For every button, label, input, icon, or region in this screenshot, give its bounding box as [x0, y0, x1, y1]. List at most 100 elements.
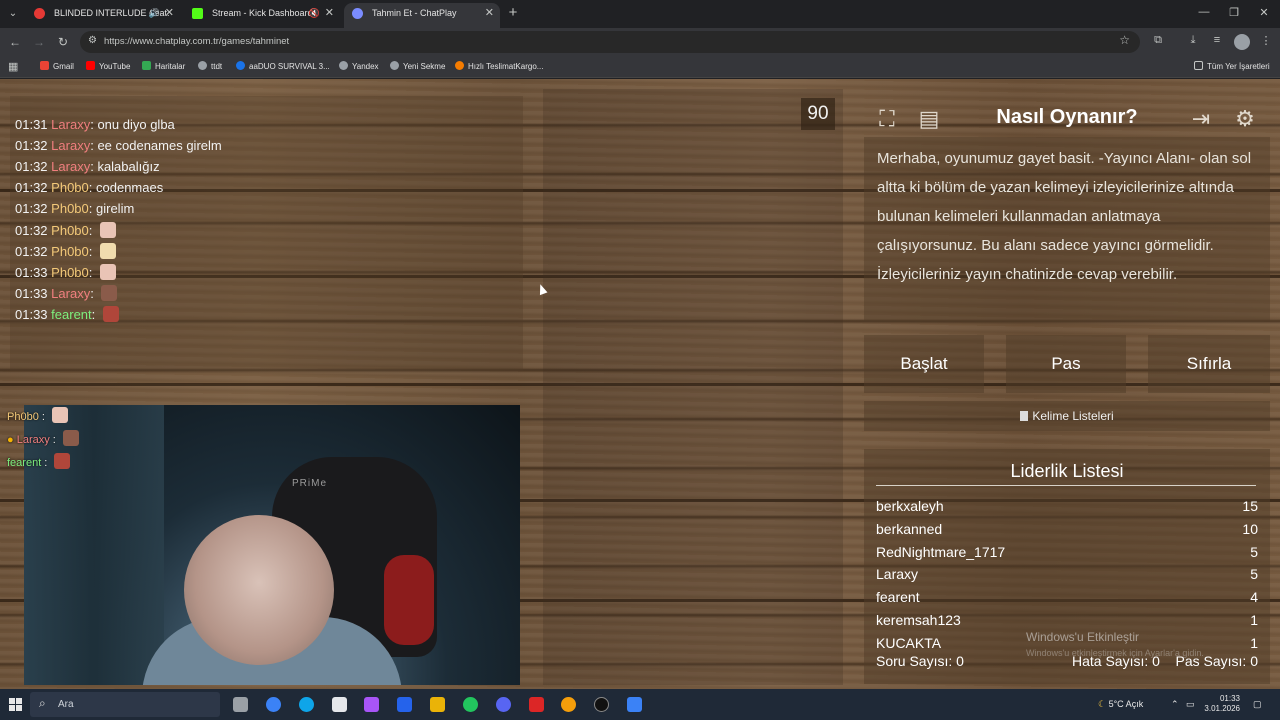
bookmark-ttdt[interactable]: ttdt — [198, 56, 222, 78]
all-bookmarks[interactable]: Tüm Yer İşaretleri — [1194, 56, 1270, 78]
leaderboard-row: berkanned 10 — [876, 518, 1258, 540]
word-lists-button[interactable]: Kelime Listeleri — [864, 401, 1270, 431]
player-score: 4 — [1250, 589, 1258, 606]
url-text[interactable]: https://www.chatplay.com.tr/games/tahmin… — [104, 31, 289, 53]
close-tab-icon[interactable]: ✕ — [485, 3, 494, 24]
bookmark-maps[interactable]: Haritalar — [142, 56, 185, 78]
tab-music[interactable]: BLINDED INTERLUDE (feat. 🔊 ✕ — [26, 3, 180, 28]
gmail-icon — [40, 61, 49, 70]
weather-widget[interactable]: ☾ 5°C Açık — [1098, 689, 1143, 720]
site-info-icon[interactable]: ⚙ — [88, 35, 100, 47]
close-tab-icon[interactable]: ✕ — [325, 3, 334, 24]
chat-text: onu diyo glba — [97, 117, 175, 132]
divider — [876, 485, 1256, 486]
search-placeholder: Ara — [58, 699, 74, 710]
close-window-icon[interactable]: ✕ — [1256, 6, 1272, 19]
more-menu-icon[interactable]: ⋮ — [1258, 34, 1274, 47]
taskbar-clock[interactable]: 01:33 3.01.2026 — [1200, 694, 1240, 714]
settings-gear-icon[interactable]: ⚙ — [1228, 102, 1262, 136]
restore-icon[interactable]: ❐ — [1226, 6, 1242, 19]
obs-icon[interactable] — [594, 697, 609, 712]
minimize-icon[interactable]: — — [1196, 6, 1212, 18]
how-to-play-text: Merhaba, oyunumuz gayet basit. -Yayıncı … — [877, 150, 1252, 283]
extensions-icon[interactable]: ⧉ — [1150, 34, 1166, 47]
bookmark-gmail[interactable]: Gmail — [40, 56, 74, 78]
chat-time: 01:33 — [15, 306, 48, 322]
tab-chatplay[interactable]: Tahmin Et - ChatPlay ✕ — [344, 3, 500, 28]
fullscreen-icon[interactable]: ⛶ — [870, 102, 904, 136]
weather-text: 5°C Açık — [1108, 699, 1144, 709]
new-tab-button[interactable]: + — [504, 4, 522, 21]
bookmark-duo-survival[interactable]: aaDUO SURVIVAL 3... — [236, 56, 330, 78]
windows-start-icon[interactable] — [9, 698, 22, 711]
leaderboard-row: berkxaleyh 15 — [876, 495, 1258, 517]
reload-icon[interactable]: ↻ — [54, 33, 72, 51]
all-bookmarks-label: Tüm Yer İşaretleri — [1207, 62, 1270, 71]
tray-chevron-icon[interactable]: ⌃ — [1171, 689, 1179, 720]
chrome-icon[interactable] — [463, 697, 478, 712]
bookmark-kargo[interactable]: Hızlı TeslimatKargo... — [455, 56, 543, 78]
edge-icon[interactable] — [299, 697, 314, 712]
tab-kick-dashboard[interactable]: Stream - Kick Dashboard 🔇 ✕ — [184, 3, 340, 28]
speaker-icon[interactable]: 🔊 — [149, 3, 160, 24]
app-icon[interactable] — [627, 697, 642, 712]
bookmark-youtube[interactable]: YouTube — [86, 56, 130, 78]
bookmark-new-tab[interactable]: Yeni Sekme — [390, 56, 445, 78]
mail-icon[interactable] — [397, 697, 412, 712]
apps-grid-icon[interactable]: ▦ — [8, 61, 20, 73]
network-icon[interactable]: ▭ — [1186, 689, 1195, 720]
chat-username[interactable]: Ph0b0 — [51, 180, 89, 195]
profile-avatar[interactable] — [1234, 34, 1250, 50]
streamer-face — [184, 515, 334, 665]
chair-brand: PRiMe — [292, 478, 328, 489]
chat-separator: : — [88, 222, 96, 238]
muted-speaker-icon[interactable]: 🔇 — [309, 3, 320, 24]
chat-username[interactable]: Laraxy — [51, 159, 90, 174]
chat-username[interactable]: fearent — [51, 307, 91, 322]
chat-username[interactable]: Laraxy — [51, 138, 90, 153]
clock-date: 3.01.2026 — [1204, 704, 1240, 713]
task-view-icon[interactable] — [233, 697, 248, 712]
pass-button[interactable]: Pas — [1006, 335, 1126, 393]
download-icon[interactable]: ⤓ — [1185, 34, 1201, 47]
chat-username[interactable]: Laraxy — [51, 286, 90, 301]
chat-username[interactable]: Ph0b0 — [51, 223, 89, 238]
emote-icon — [100, 263, 116, 280]
kick-favicon-icon — [192, 8, 203, 19]
logout-icon[interactable]: ⇥ — [1184, 102, 1218, 136]
leaderboard-row: Laraxy 5 — [876, 563, 1258, 585]
chat-username[interactable]: Ph0b0 — [51, 265, 89, 280]
notification-icon[interactable]: ▢ — [1253, 689, 1262, 720]
center-area — [543, 89, 843, 685]
chat-username[interactable]: Laraxy — [51, 117, 90, 132]
chat-message: 01:32 Ph0b0: — [15, 221, 116, 240]
forward-icon[interactable]: → — [30, 33, 48, 51]
copilot-icon[interactable] — [266, 697, 281, 712]
emote-icon — [102, 305, 119, 322]
app-icon[interactable] — [529, 697, 544, 712]
close-tab-icon[interactable]: ✕ — [165, 3, 174, 24]
chrome-icon[interactable] — [561, 697, 576, 712]
discord-icon[interactable] — [496, 697, 511, 712]
bookmark-star-icon[interactable]: ☆ — [1119, 33, 1130, 47]
chat-text: girelim — [96, 201, 135, 217]
chat-time: 01:32 — [15, 138, 48, 154]
chat-username[interactable]: Ph0b0 — [51, 244, 89, 259]
taskbar-search[interactable]: ⌕ Ara — [30, 692, 220, 717]
back-icon[interactable]: ← — [6, 33, 24, 51]
bookmark-label: Yeni Sekme — [403, 62, 446, 71]
file-explorer-icon[interactable] — [430, 697, 445, 712]
chat-username[interactable]: Ph0b0 — [51, 201, 89, 216]
start-button[interactable]: Başlat — [864, 335, 984, 393]
address-bar[interactable]: ⚙ https://www.chatplay.com.tr/games/tahm… — [80, 31, 1140, 53]
chat-separator: : — [88, 243, 96, 259]
chat-text: codenmaes — [96, 180, 164, 196]
bookmark-yandex[interactable]: Yandex — [339, 56, 379, 78]
activate-windows-subtitle: Windows'u etkinleştirmek için Ayarlar'a … — [1026, 648, 1204, 658]
reset-button[interactable]: Sıfırla — [1148, 335, 1270, 393]
store-icon[interactable] — [332, 697, 347, 712]
reading-list-icon[interactable]: ≡ — [1209, 34, 1225, 46]
tab-search-menu-icon[interactable]: ⌄ — [4, 5, 22, 23]
app-icon[interactable] — [364, 697, 379, 712]
webcam-feed: PRiMe — [24, 405, 520, 685]
